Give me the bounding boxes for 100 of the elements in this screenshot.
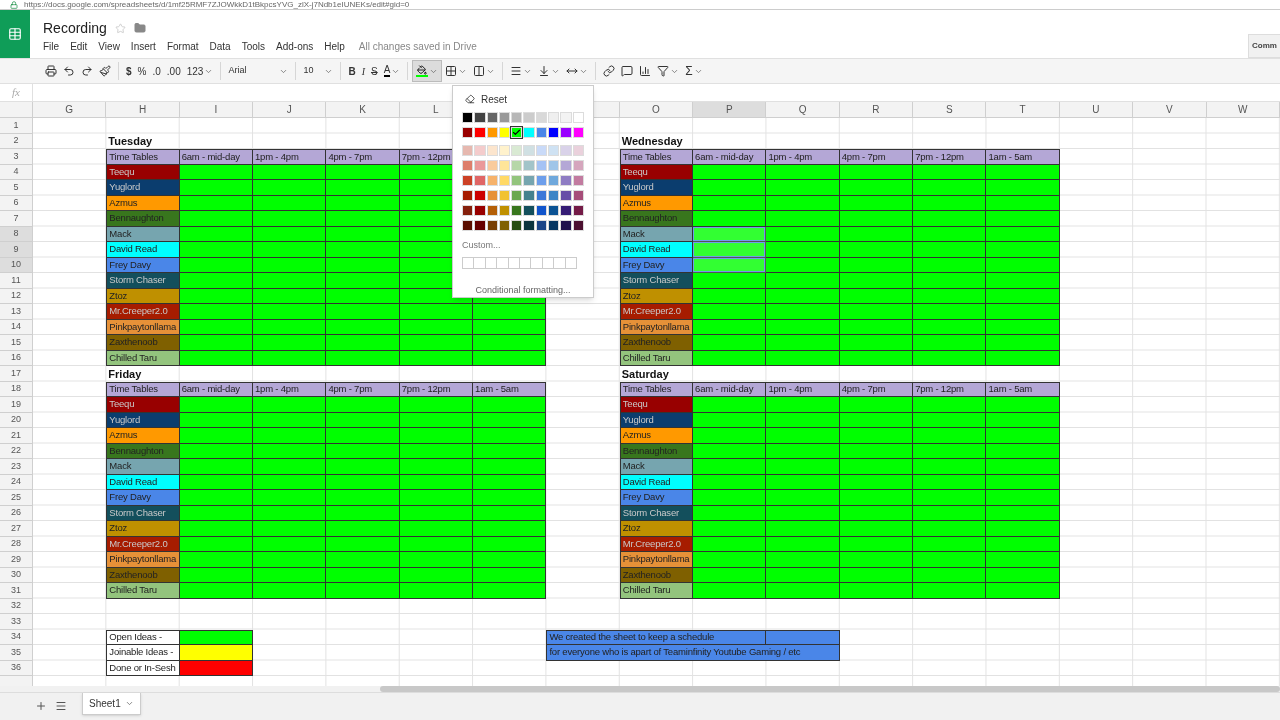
- column-header[interactable]: O: [619, 102, 694, 118]
- color-swatch[interactable]: [462, 205, 474, 216]
- column-header[interactable]: P: [693, 102, 767, 118]
- color-swatch[interactable]: [498, 190, 511, 201]
- color-swatch[interactable]: [548, 145, 560, 156]
- italic-button[interactable]: I: [358, 61, 368, 81]
- color-swatch[interactable]: [548, 175, 560, 186]
- color-swatch[interactable]: [511, 160, 523, 171]
- color-swatch[interactable]: [523, 145, 535, 156]
- color-swatch[interactable]: [474, 160, 486, 171]
- color-swatch[interactable]: [535, 175, 548, 186]
- color-swatch[interactable]: [572, 160, 584, 171]
- menu-item[interactable]: File: [43, 38, 60, 54]
- color-swatch[interactable]: [548, 205, 560, 216]
- row-header[interactable]: 5: [0, 180, 33, 196]
- row-header[interactable]: 15: [0, 335, 33, 351]
- row-header[interactable]: 11: [0, 273, 33, 289]
- color-swatch[interactable]: [548, 190, 560, 201]
- color-swatch[interactable]: [572, 175, 584, 186]
- color-swatch[interactable]: [511, 112, 523, 123]
- color-swatch[interactable]: [548, 220, 560, 231]
- color-swatch[interactable]: [535, 190, 548, 201]
- color-swatch[interactable]: [535, 145, 548, 156]
- font-dropdown[interactable]: Arial: [225, 61, 292, 81]
- column-header[interactable]: U: [1059, 102, 1134, 118]
- custom-color-slot[interactable]: [541, 257, 555, 269]
- color-swatch[interactable]: [523, 205, 535, 216]
- decrease-decimals-button[interactable]: .0: [149, 61, 164, 81]
- row-header[interactable]: 35: [0, 645, 33, 661]
- column-header[interactable]: S: [913, 102, 987, 118]
- menu-item[interactable]: View: [98, 38, 120, 54]
- row-header[interactable]: 1: [0, 118, 33, 134]
- color-swatch[interactable]: [548, 160, 560, 171]
- color-swatch[interactable]: [560, 112, 572, 123]
- color-swatch[interactable]: [572, 190, 584, 201]
- custom-color-slot[interactable]: [496, 257, 509, 269]
- custom-color-slot[interactable]: [564, 257, 577, 269]
- custom-color-slot[interactable]: [462, 257, 475, 269]
- row-header[interactable]: 27: [0, 521, 33, 537]
- fill-color-button[interactable]: [412, 60, 443, 82]
- color-swatch[interactable]: [560, 190, 572, 201]
- custom-color-item[interactable]: Custom...: [462, 239, 584, 251]
- color-swatch[interactable]: [572, 220, 584, 231]
- column-header[interactable]: I: [179, 102, 254, 118]
- color-swatch[interactable]: [511, 205, 523, 216]
- color-swatch[interactable]: [486, 220, 498, 231]
- percent-button[interactable]: %: [134, 61, 150, 81]
- column-header[interactable]: H: [106, 102, 180, 118]
- bold-button[interactable]: B: [345, 61, 359, 81]
- row-header[interactable]: 21: [0, 428, 33, 444]
- custom-color-slot[interactable]: [507, 257, 520, 269]
- color-swatch[interactable]: [511, 145, 523, 156]
- color-swatch[interactable]: [486, 127, 498, 138]
- custom-color-slot[interactable]: [518, 257, 532, 269]
- color-swatch[interactable]: [572, 145, 584, 156]
- color-swatch[interactable]: [462, 220, 474, 231]
- color-swatch[interactable]: [560, 127, 572, 138]
- increase-decimals-button[interactable]: .00: [163, 61, 184, 81]
- color-swatch[interactable]: [462, 175, 474, 186]
- column-header[interactable]: W: [1206, 102, 1280, 118]
- row-header[interactable]: 17: [0, 366, 33, 382]
- color-swatch[interactable]: [486, 145, 498, 156]
- color-swatch[interactable]: [560, 205, 572, 216]
- all-sheets-button[interactable]: [54, 699, 68, 713]
- column-header[interactable]: J: [253, 102, 327, 118]
- column-header[interactable]: V: [1133, 102, 1207, 118]
- color-swatch[interactable]: [511, 190, 523, 201]
- color-swatch[interactable]: [535, 160, 548, 171]
- color-swatch[interactable]: [523, 112, 535, 123]
- menu-item[interactable]: Tools: [241, 38, 266, 54]
- color-swatch[interactable]: [572, 112, 584, 123]
- color-swatch[interactable]: [511, 220, 523, 231]
- color-swatch[interactable]: [462, 112, 474, 123]
- color-swatch[interactable]: [511, 127, 523, 138]
- column-header[interactable]: T: [986, 102, 1060, 118]
- menu-item[interactable]: Data: [209, 38, 231, 54]
- custom-color-slot[interactable]: [473, 257, 486, 269]
- color-swatch[interactable]: [511, 175, 523, 186]
- color-swatch[interactable]: [572, 205, 584, 216]
- font-size-dropdown[interactable]: 10: [300, 61, 337, 81]
- color-swatch[interactable]: [535, 220, 548, 231]
- color-swatch[interactable]: [535, 127, 548, 138]
- color-swatch[interactable]: [523, 160, 535, 171]
- color-swatch[interactable]: [498, 112, 511, 123]
- row-header[interactable]: 9: [0, 242, 33, 258]
- currency-button[interactable]: $: [123, 61, 135, 81]
- row-header[interactable]: 7: [0, 211, 33, 227]
- conditional-formatting-item[interactable]: Conditional formatting...: [462, 284, 584, 298]
- color-swatch[interactable]: [523, 190, 535, 201]
- color-swatch[interactable]: [474, 127, 486, 138]
- color-swatch[interactable]: [462, 127, 474, 138]
- color-swatch[interactable]: [474, 175, 486, 186]
- color-swatch[interactable]: [486, 190, 498, 201]
- column-header[interactable]: K: [326, 102, 400, 118]
- functions-button[interactable]: Σ: [682, 61, 706, 81]
- color-swatch[interactable]: [462, 190, 474, 201]
- color-swatch[interactable]: [474, 145, 486, 156]
- row-header[interactable]: 3: [0, 149, 33, 165]
- sheet-tab[interactable]: Sheet1: [82, 693, 141, 715]
- menu-item[interactable]: Insert: [130, 38, 156, 54]
